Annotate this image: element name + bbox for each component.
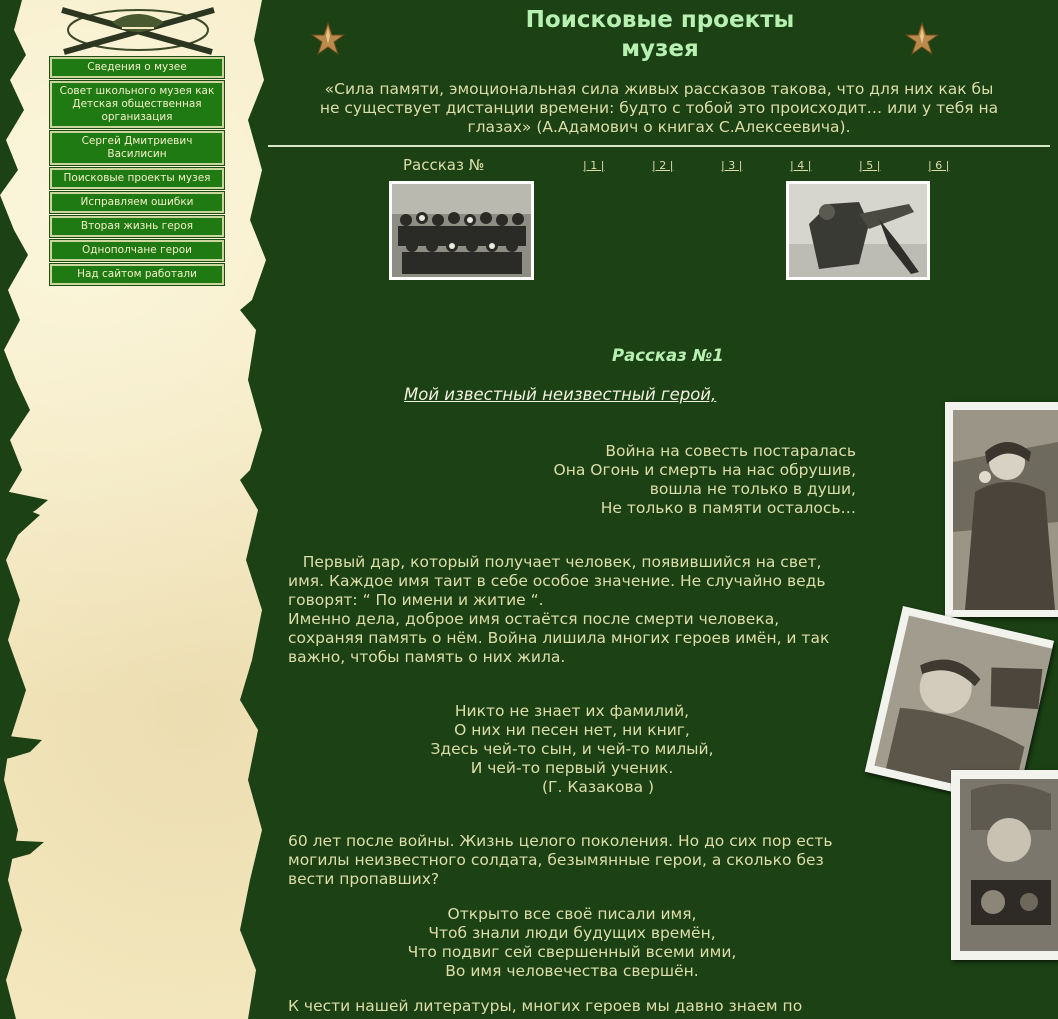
group-photo (389, 181, 534, 280)
story-subtitle-link[interactable]: Мой известный неизвестный герой, (404, 385, 716, 405)
story-link-2[interactable]: | 2 | (652, 159, 673, 173)
poem-line: Никто не знает их фамилий, (454, 702, 690, 720)
paragraph-line: могилы неизвестного солдата, безымянные … (288, 851, 824, 869)
nurse-photo (945, 402, 1058, 617)
menu-item-museum-council[interactable]: Совет школьного музея как Детская общест… (49, 80, 225, 129)
menu-item-about-museum[interactable]: Сведения о музее (49, 56, 225, 79)
page-title: Поисковые проекты музея (460, 6, 860, 64)
paragraph-line: вести пропавших? (288, 870, 440, 888)
poem-line: И чей-то первый ученик. (470, 759, 674, 777)
story-link-3[interactable]: | 3 | (721, 159, 742, 173)
story-heading: Рассказ №1 (612, 346, 724, 365)
bronze-star-icon (905, 22, 939, 56)
story-nav-label: Рассказ № (403, 156, 485, 174)
paragraph-line: говорят: “ По имени и житие “. (288, 591, 544, 609)
story-link-6[interactable]: | 6 | (928, 159, 949, 173)
story-link-1[interactable]: | 1 | (583, 159, 604, 173)
menu-item-fellow-soldiers[interactable]: Однополчане герои (49, 239, 225, 262)
paragraph-line: Именно дела, доброе имя остаётся после с… (288, 610, 780, 628)
quote-line: не существует дистанции времени: будто с… (319, 99, 999, 117)
sidebar: Сведения о музее Совет школьного музея к… (0, 0, 272, 1019)
soldier-with-camera-photo (951, 770, 1058, 960)
poem-line: Она Огонь и смерть на нас обрушив, (553, 461, 856, 479)
poem-line: Здесь чей-то сын, и чей-то милый, (430, 740, 714, 758)
page-title-line1: Поисковые проекты (525, 7, 795, 33)
poem-line: вошла не только в души, (649, 480, 856, 498)
epigraph-quote: «Сила памяти, эмоциональная сила живых р… (300, 80, 1018, 137)
poem-line: Что подвиг сей свершенный всеми ими, (407, 943, 737, 961)
paragraph-line: Первый дар, который получает человек, по… (288, 553, 822, 571)
menu-item-vasilisin[interactable]: Сергей Дмитриевич Василисин (49, 130, 225, 166)
poem-line: О них ни песен нет, ни книг, (454, 721, 690, 739)
paragraph-line: сохраняя память о нём. Война лишила мног… (288, 629, 830, 647)
menu-item-fixing-errors[interactable]: Исправляем ошибки (49, 191, 225, 214)
story-link-5[interactable]: | 5 | (859, 159, 880, 173)
paragraph-line: имя. Каждое имя таит в себе особое значе… (288, 572, 826, 590)
poem-line: Война на совесть постаралась (605, 442, 856, 460)
page: Сведения о музее Совет школьного музея к… (0, 0, 1058, 1019)
poem-line: Во имя человечества свершён. (445, 962, 699, 980)
poem-line: Открыто все своё писали имя, (447, 905, 697, 923)
menu-item-search-projects[interactable]: Поисковые проекты музея (49, 167, 225, 190)
page-title-line2: музея (621, 36, 699, 62)
divider (268, 145, 1050, 147)
crossed-rifles-emblem-icon (61, 7, 215, 55)
story-link-4[interactable]: | 4 | (790, 159, 811, 173)
quote-line: «Сила памяти, эмоциональная сила живых р… (324, 80, 994, 98)
sidebar-menu: Сведения о музее Совет школьного музея к… (49, 56, 225, 288)
menu-item-site-authors[interactable]: Над сайтом работали (49, 263, 225, 286)
poem-author: (Г. Казакова ) (542, 778, 655, 796)
paragraph-line: 60 лет после войны. Жизнь целого поколен… (288, 832, 833, 850)
menu-item-hero-second-life[interactable]: Вторая жизнь героя (49, 215, 225, 238)
poem-line: Не только в памяти осталось… (600, 499, 856, 517)
bronze-star-icon (311, 22, 345, 56)
poem-line: Чтоб знали люди будущих времён, (428, 924, 716, 942)
paragraph-line: К чести нашей литературы, многих героев … (288, 997, 803, 1015)
soldiers-photo (786, 181, 930, 280)
paragraph-line: важно, чтобы память о них жила. (288, 648, 566, 666)
quote-line: глазах» (А.Адамович о книгах С.Алексееви… (467, 118, 851, 136)
